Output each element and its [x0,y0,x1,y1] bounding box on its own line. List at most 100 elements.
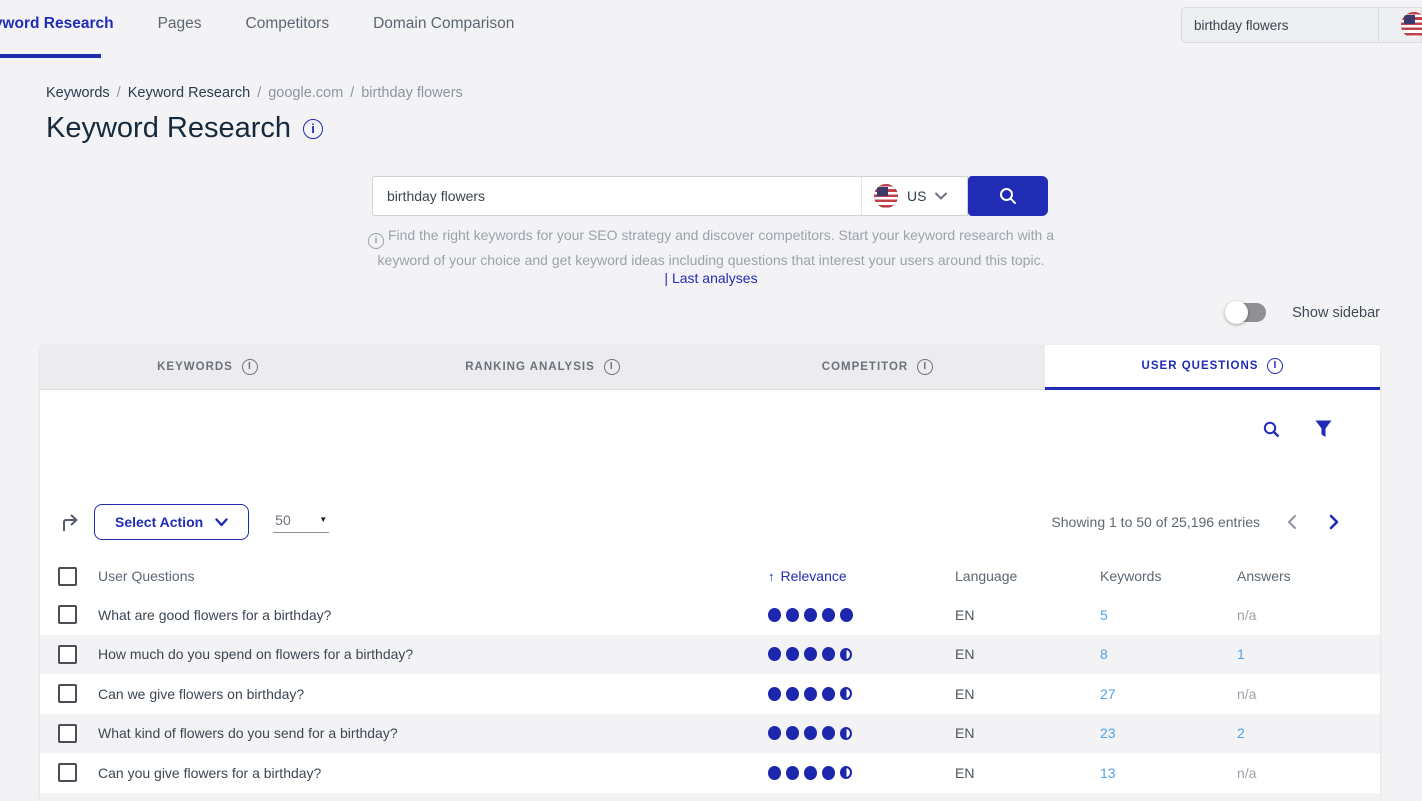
select-all-checkbox[interactable] [58,567,77,586]
show-sidebar-label: Show sidebar [1292,305,1380,321]
table-header-row: User Questions ↑Relevance Language Keywo… [40,557,1380,595]
breadcrumb-google-com[interactable]: google.com [268,85,343,101]
tab-ranking-analysis[interactable]: Ranking Analysis i [375,345,710,390]
page-size-select[interactable]: 50 ▼ [273,512,329,533]
relevance-dots [768,726,955,740]
keywords-count-link[interactable]: 27 [1100,686,1237,702]
column-header-keywords[interactable]: Keywords [1100,568,1237,584]
tab-label: Competitor [822,361,908,373]
tab-panel-user-questions: Select Action 50 ▼ Showing 1 to 50 of 25… [40,390,1380,801]
pagination-next-icon[interactable] [1329,514,1340,530]
question-text: What are good flowers for a birthday? [98,607,768,623]
tab-info-icon[interactable]: i [604,359,620,375]
relevance-dot [822,687,835,701]
breadcrumb-separator: / [117,85,121,101]
search-icon [998,186,1018,206]
breadcrumb-keywords[interactable]: Keywords [46,85,110,101]
last-analyses-link[interactable]: | Last analyses [664,270,757,286]
tab-user-questions[interactable]: User Questions i [1045,345,1380,390]
partial-next-row [40,793,1380,801]
tab-info-icon[interactable]: i [242,359,258,375]
keywords-count-link[interactable]: 8 [1100,646,1237,662]
nav-item-keyword-research[interactable]: Keyword Research [0,15,114,33]
answers-value: n/a [1237,765,1380,781]
language-value: EN [955,686,1100,702]
relevance-dot [840,727,852,740]
us-flag-icon [874,184,898,208]
keywords-count-link[interactable]: 5 [1100,607,1237,623]
keywords-count-link[interactable]: 23 [1100,725,1237,741]
row-checkbox[interactable] [58,605,77,624]
relevance-dot [822,766,835,780]
title-info-icon[interactable]: i [303,119,323,139]
us-flag-icon [1401,12,1422,38]
relevance-dot [786,766,799,780]
relevance-dot [804,687,817,701]
keyword-input[interactable] [372,176,861,216]
pagination-prev-icon[interactable] [1286,514,1297,530]
question-text: What kind of flowers do you send for a b… [98,725,768,741]
question-text: Can you give flowers for a birthday? [98,765,768,781]
relevance-dot [804,647,817,661]
relevance-dot [786,647,799,661]
relevance-dots [768,687,955,701]
nav-item-pages[interactable]: Pages [158,15,202,33]
relevance-dot [840,766,852,779]
top-country-selector[interactable] [1379,12,1421,38]
select-action-button[interactable]: Select Action [94,504,249,540]
column-header-answers[interactable]: Answers [1237,568,1380,584]
caret-down-icon: ▼ [319,515,327,524]
row-checkbox[interactable] [58,763,77,782]
table-search-icon[interactable] [1262,420,1281,440]
relevance-dot [804,726,817,740]
question-text: Can we give flowers on birthday? [98,686,768,702]
relevance-dot [840,648,852,661]
show-sidebar-row: Show sidebar [1226,303,1380,322]
top-search-input[interactable] [1182,18,1378,33]
filter-icon[interactable] [1315,420,1332,440]
country-dropdown[interactable]: US [861,176,968,216]
keyword-search-bar: US [372,176,1048,216]
answers-value: n/a [1237,686,1380,702]
relevance-dot [768,608,781,622]
toggle-knob [1225,301,1248,324]
column-header-label: Relevance [781,568,847,584]
relevance-dot [822,647,835,661]
relevance-dot [786,687,799,701]
tab-keywords[interactable]: Keywords i [40,345,375,390]
nav-item-domain-comparison[interactable]: Domain Comparison [373,15,514,33]
chevron-down-icon [935,192,947,200]
tab-info-icon[interactable]: i [1267,358,1283,374]
table-action-row: Select Action 50 ▼ Showing 1 to 50 of 25… [40,504,1380,540]
row-checkbox[interactable] [58,724,77,743]
tab-label: Ranking Analysis [465,361,595,373]
table-row: What are good flowers for a birthday? EN… [40,595,1380,635]
table-row: How much do you spend on flowers for a b… [40,635,1380,675]
row-checkbox[interactable] [58,645,77,664]
relevance-dot [768,647,781,661]
search-button[interactable] [968,176,1048,216]
keywords-count-link[interactable]: 13 [1100,765,1237,781]
answers-count-link[interactable]: 1 [1237,646,1380,662]
export-icon[interactable] [60,512,82,532]
relevance-dot [768,726,781,740]
tab-info-icon[interactable]: i [917,359,933,375]
relevance-dot [786,608,799,622]
relevance-dot [804,766,817,780]
table-row: What kind of flowers do you send for a b… [40,714,1380,754]
search-hint: iFind the right keywords for your SEO st… [361,224,1061,271]
top-search-box [1181,7,1422,43]
column-header-user-questions[interactable]: User Questions [98,568,768,584]
language-value: EN [955,607,1100,623]
answers-value: n/a [1237,607,1380,623]
breadcrumb-birthday-flowers: birthday flowers [361,85,463,101]
tab-competitor[interactable]: Competitor i [710,345,1045,390]
row-checkbox[interactable] [58,684,77,703]
column-header-language[interactable]: Language [955,568,1100,584]
nav-item-competitors[interactable]: Competitors [246,15,330,33]
relevance-dots [768,766,955,780]
column-header-relevance[interactable]: ↑Relevance [768,568,955,584]
breadcrumb-keyword-research[interactable]: Keyword Research [128,85,251,101]
answers-count-link[interactable]: 2 [1237,725,1380,741]
show-sidebar-toggle[interactable] [1226,303,1266,322]
